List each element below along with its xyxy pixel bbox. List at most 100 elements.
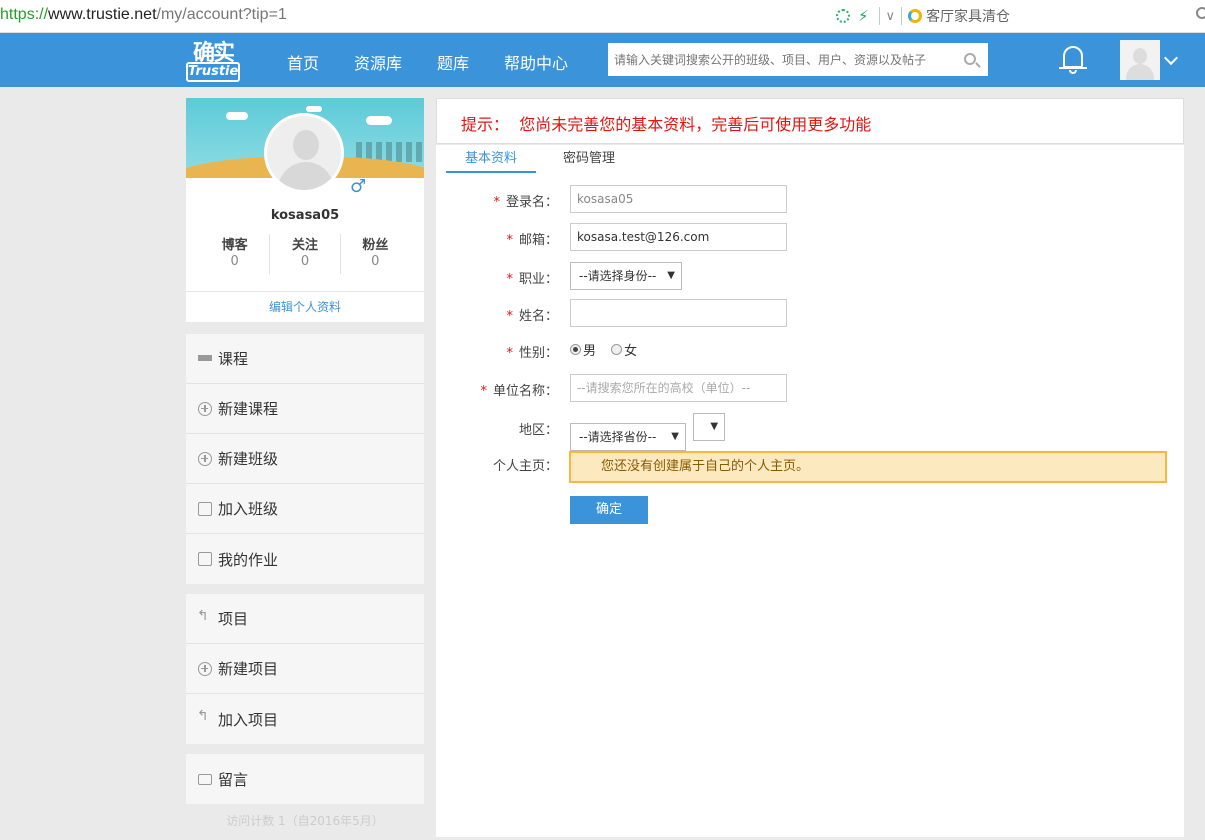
browser-toolbar: ⚡ ∨ 客厅家具清仓	[836, 6, 1010, 26]
message-menu: 留言	[186, 754, 424, 804]
notice-bar: 提示： 您尚未完善您的基本资料，完善后可使用更多功能	[436, 98, 1184, 144]
browser-address-bar: https://www.trustie.net/my/account?tip=1…	[0, 0, 1205, 33]
gender-female-radio[interactable]: 女	[611, 340, 637, 359]
trustie-logo[interactable]: 确实 Trustie	[186, 35, 240, 83]
stat-label: 关注	[291, 238, 318, 253]
logo-mark: 确实	[192, 40, 235, 66]
project-fork-icon	[197, 608, 212, 626]
menu-item-projects[interactable]: 项目	[186, 594, 424, 644]
nav-help-center[interactable]: 帮助中心	[504, 50, 568, 74]
login-label: * 登录名：	[493, 195, 558, 210]
homepage-notice: 您还没有创建属于自己的个人主页。	[569, 451, 1167, 483]
menu-item-label: 新建班级	[218, 450, 279, 468]
stat-value: 0	[230, 254, 239, 269]
url-protocol: https://	[0, 6, 49, 23]
menu-item-new-course[interactable]: 新建课程	[186, 384, 424, 434]
menu-item-label: 课程	[218, 350, 249, 368]
province-select[interactable]: --请选择省份-- ▼	[570, 423, 686, 451]
stat-label: 粉丝	[362, 238, 389, 253]
menu-item-label: 留言	[218, 770, 249, 789]
url-host: www.trustie.net	[48, 6, 157, 23]
menu-item-join-project[interactable]: 加入项目	[186, 694, 424, 744]
chevron-down-icon[interactable]: ∨	[886, 9, 896, 24]
profile-card: ♂ kosasa05 博客 0 关注 0 粉丝 0 编辑个人资料	[186, 98, 424, 322]
form-row-homepage: 个人主页： 您还没有创建属于自己的个人主页。	[436, 451, 1184, 483]
unit-label: * 单位名称：	[480, 384, 558, 399]
dropdown-arrow-icon: ▼	[710, 421, 719, 432]
project-menu: 项目 新建项目 加入项目	[186, 594, 424, 744]
lightning-icon[interactable]: ⚡	[858, 7, 869, 25]
nav-question-bank[interactable]: 题库	[437, 50, 469, 74]
account-form-panel: 基本资料 密码管理 * 登录名： kosasa05 * 邮箱： kosasa.tes…	[436, 145, 1184, 837]
notice-label: 提示：	[461, 115, 510, 134]
menu-item-label: 加入班级	[218, 500, 279, 518]
name-label: * 姓名：	[506, 309, 558, 324]
browser-search-hint[interactable]: 客厅家具清仓	[926, 6, 1010, 26]
stat-followers[interactable]: 粉丝 0	[341, 234, 410, 274]
site-header: 确实 Trustie 首页 资源库 题库 帮助中心	[0, 33, 1205, 87]
form-row-unit: * 单位名称： --请搜索您所在的高校（单位）--	[436, 374, 1184, 402]
menu-item-my-homework[interactable]: 我的作业	[186, 534, 424, 584]
chevron-down-icon[interactable]	[1163, 50, 1179, 66]
user-avatar[interactable]	[1120, 40, 1160, 80]
job-select[interactable]: --请选择身份-- ▼	[570, 262, 682, 290]
plus-circle-icon	[198, 401, 212, 416]
form-row-gender: * 性别： 男 女	[436, 336, 1184, 364]
menu-item-new-class[interactable]: 新建班级	[186, 434, 424, 484]
edit-profile-link[interactable]: 编辑个人资料	[186, 291, 424, 322]
security-shield-icon[interactable]	[836, 9, 850, 23]
stat-value: 0	[371, 254, 380, 269]
graduation-cap-icon	[198, 354, 212, 363]
email-field[interactable]: kosasa.test@126.com	[570, 223, 787, 251]
male-gender-icon: ♂	[350, 176, 367, 197]
city-select[interactable]: ▼	[693, 413, 726, 441]
nav-home[interactable]: 首页	[287, 50, 319, 74]
form-row-region: 地区： --请选择省份-- ▼ ▼	[436, 413, 1184, 451]
toolbar-divider	[901, 7, 903, 25]
stat-following[interactable]: 关注 0	[270, 234, 341, 274]
course-menu: 课程 新建课程 新建班级 加入班级 我的作业	[186, 334, 424, 584]
tab-basic-info[interactable]: 基本资料	[446, 147, 536, 173]
menu-item-courses[interactable]: 课程	[186, 334, 424, 384]
form-row-login: * 登录名： kosasa05	[436, 185, 1184, 213]
dropdown-arrow-icon: ▼	[671, 431, 679, 442]
gender-male-radio[interactable]: 男	[570, 340, 596, 359]
plus-circle-icon	[198, 451, 212, 466]
homepage-label: 个人主页：	[492, 459, 558, 474]
profile-avatar[interactable]	[264, 113, 344, 193]
url-path: /my/account?tip=1	[156, 6, 287, 23]
nav-resources[interactable]: 资源库	[354, 50, 402, 74]
search-icon[interactable]	[964, 53, 976, 65]
browser-search-icon[interactable]	[1196, 7, 1205, 19]
menu-item-label: 加入项目	[218, 710, 279, 729]
tab-password[interactable]: 密码管理	[544, 147, 634, 173]
name-field[interactable]	[570, 299, 787, 327]
menu-item-join-class[interactable]: 加入班级	[186, 484, 424, 534]
dropdown-arrow-icon: ▼	[667, 270, 675, 281]
submit-button[interactable]: 确定	[570, 496, 648, 524]
stat-label: 博客	[221, 238, 248, 253]
unit-search-field[interactable]: --请搜索您所在的高校（单位）--	[570, 374, 787, 402]
stat-value: 0	[300, 254, 310, 269]
menu-item-messages[interactable]: 留言	[186, 754, 424, 804]
search-engine-icon	[908, 9, 923, 23]
menu-item-new-project[interactable]: 新建项目	[186, 644, 424, 694]
form-row-email: * 邮箱： kosasa.test@126.com	[436, 223, 1184, 251]
search-input[interactable]	[608, 43, 948, 76]
stat-blog[interactable]: 博客 0	[200, 234, 271, 274]
message-icon	[198, 773, 212, 785]
form-row-job: * 职业： --请选择身份-- ▼	[436, 262, 1184, 290]
menu-item-label: 项目	[218, 610, 249, 628]
notice-text: 提示： 您尚未完善您的基本资料，完善后可使用更多功能	[461, 111, 871, 135]
menu-item-label: 新建课程	[218, 400, 279, 418]
site-search	[608, 43, 988, 76]
plus-circle-icon	[198, 661, 212, 676]
profile-username: kosasa05	[270, 208, 340, 223]
url-field[interactable]: https://www.trustie.net/my/account?tip=1	[0, 6, 287, 24]
gender-label: * 性别：	[506, 346, 558, 361]
bell-icon[interactable]	[1058, 43, 1088, 77]
job-label: * 职业：	[506, 272, 558, 287]
join-icon	[198, 501, 212, 516]
login-name-field[interactable]: kosasa05	[570, 185, 787, 213]
menu-item-label: 新建项目	[218, 660, 279, 678]
